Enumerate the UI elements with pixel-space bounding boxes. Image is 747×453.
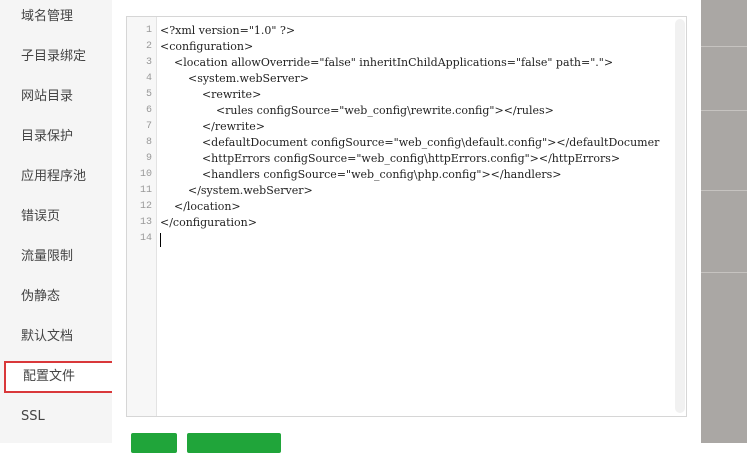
sidebar-item-error-page[interactable]: 错误页 xyxy=(0,197,112,237)
code-text: <location allowOverride="false" inheritI… xyxy=(160,56,614,69)
backdrop-divider xyxy=(701,110,747,111)
text-cursor xyxy=(160,233,161,247)
code-text: </rewrite> xyxy=(160,120,265,133)
sidebar-item-dir-protection[interactable]: 目录保护 xyxy=(0,117,112,157)
line-number: 9 xyxy=(145,153,152,164)
backdrop-divider xyxy=(701,190,747,191)
code-text: </configuration> xyxy=(160,216,257,229)
editor-scrollbar[interactable] xyxy=(675,19,685,413)
main-panel: 1 <?xml version="1.0" ?> 2 <configuration>… xyxy=(112,0,701,453)
line-number: 12 xyxy=(139,201,152,212)
line-number: 13 xyxy=(139,217,152,228)
code-text: </system.webServer> xyxy=(160,184,313,197)
code-text: <defaultDocument configSource="web_confi… xyxy=(160,136,660,149)
line-number: 2 xyxy=(145,41,152,52)
code-text: <configuration> xyxy=(160,40,254,53)
sidebar-item-subdir-binding[interactable]: 子目录绑定 xyxy=(0,37,112,77)
code-text: <handlers configSource="web_config\php.c… xyxy=(160,168,562,181)
line-number: 4 xyxy=(145,73,152,84)
save-button[interactable] xyxy=(131,433,177,453)
sidebar-item-config-file[interactable]: 配置文件 xyxy=(4,361,122,393)
sidebar-item-domain[interactable]: 域名管理 xyxy=(0,0,112,37)
backdrop-divider xyxy=(701,272,747,273)
line-number: 14 xyxy=(139,233,152,244)
sidebar-item-traffic-limit[interactable]: 流量限制 xyxy=(0,237,112,277)
line-number: 3 xyxy=(145,57,152,68)
sidebar-item-ssl[interactable]: SSL xyxy=(0,397,112,437)
sidebar-item-site-directory[interactable]: 网站目录 xyxy=(0,77,112,117)
line-number: 7 xyxy=(145,121,152,132)
line-number: 8 xyxy=(145,137,152,148)
code-text: </location> xyxy=(160,200,241,213)
modal-backdrop xyxy=(701,0,747,443)
line-number: 10 xyxy=(139,169,152,180)
sidebar-item-pseudo-static[interactable]: 伪静态 xyxy=(0,277,112,317)
backdrop-divider xyxy=(701,46,747,47)
code-text: <?xml version="1.0" ?> xyxy=(160,24,296,37)
code-text: <httpErrors configSource="web_config\htt… xyxy=(160,152,621,165)
line-number: 6 xyxy=(145,105,152,116)
sidebar-item-app-pool[interactable]: 应用程序池 xyxy=(0,157,112,197)
line-number: 11 xyxy=(139,185,152,196)
code-text: <rewrite> xyxy=(160,88,262,101)
code-text: <rules configSource="web_config\rewrite.… xyxy=(160,104,554,117)
code-text: <system.webServer> xyxy=(160,72,310,85)
line-number: 1 xyxy=(145,25,152,36)
line-number: 5 xyxy=(145,89,152,100)
config-code-editor[interactable]: 1 <?xml version="1.0" ?> 2 <configuration>… xyxy=(126,16,687,417)
sidebar-item-default-doc[interactable]: 默认文档 xyxy=(0,317,112,357)
settings-sidebar: 域名管理 子目录绑定 网站目录 目录保护 应用程序池 错误页 流量限制 伪静态 … xyxy=(0,0,122,443)
secondary-action-button[interactable] xyxy=(187,433,281,453)
